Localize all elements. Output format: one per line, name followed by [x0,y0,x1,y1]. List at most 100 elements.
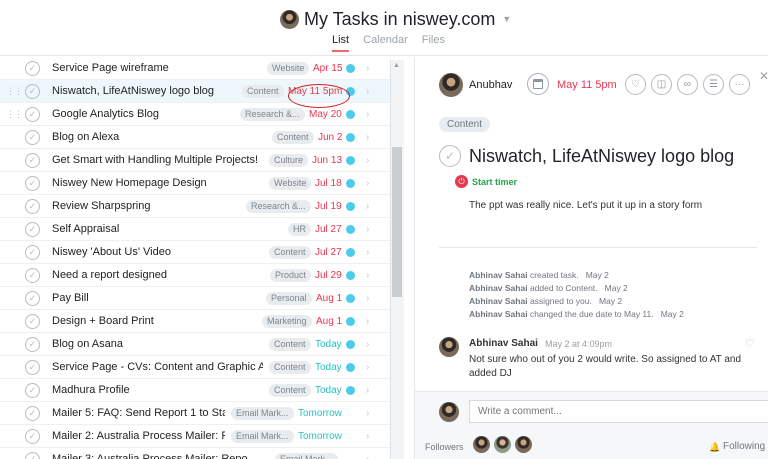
task-row[interactable]: ✓ Service Page wireframe Apr 15 Website › [0,57,390,80]
task-checkbox[interactable]: ✓ [25,60,40,76]
heart-icon[interactable]: ♡ [625,74,646,95]
task-due-date[interactable]: Aug 1 [316,316,342,327]
start-timer-button[interactable]: Start timer [472,177,517,187]
chevron-right-icon[interactable]: › [366,293,369,304]
task-checkbox[interactable]: ✓ [25,359,40,375]
chevron-right-icon[interactable]: › [366,63,369,74]
chevron-right-icon[interactable]: › [366,431,369,442]
chevron-right-icon[interactable]: › [366,224,369,235]
task-name[interactable]: Need a report designed [52,269,264,281]
task-due-date[interactable]: Tomorrow [298,431,342,442]
task-name[interactable]: Get Smart with Handling Multiple Project… [52,154,263,166]
task-checkbox[interactable]: ✓ [25,106,40,122]
task-checkbox[interactable]: ✓ [25,244,40,260]
task-row[interactable]: ✓ Pay Bill Aug 1 Personal › [0,287,390,310]
task-project-tag[interactable]: Culture [269,153,309,167]
tab-calendar[interactable]: Calendar [363,34,408,52]
task-project-tag[interactable]: Research &... [240,107,305,121]
drag-handle-icon[interactable]: ⋮⋮ [6,109,23,119]
chevron-down-icon[interactable]: ▼ [502,14,511,24]
task-name[interactable]: Google Analytics Blog [52,108,234,120]
comment-author[interactable]: Abhinav Sahai [469,338,538,349]
task-due-date[interactable]: May 20 [309,109,342,120]
task-row[interactable]: ✓ Niswey 'About Us' Video Jul 27 Content › [0,241,390,264]
task-name[interactable]: Niswey 'About Us' Video [52,246,263,258]
task-checkbox[interactable]: ✓ [25,336,40,352]
task-name[interactable]: Design + Board Print [52,315,256,327]
scroll-up-arrow-icon[interactable]: ▲ [393,62,400,69]
task-name[interactable]: Service Page wireframe [52,62,261,74]
complete-task-checkbox[interactable]: ✓ [439,145,461,167]
task-due-date[interactable]: Jun 13 [312,155,342,166]
task-checkbox[interactable]: ✓ [25,267,40,283]
chevron-right-icon[interactable]: › [366,155,369,166]
chevron-right-icon[interactable]: › [366,385,369,396]
attachment-icon[interactable]: ∞ [677,74,698,95]
close-icon[interactable]: ✕ [759,69,768,83]
task-row[interactable]: ✓ Self Appraisal Jul 27 HR › [0,218,390,241]
task-due-date[interactable]: Today [315,362,342,373]
task-name[interactable]: Blog on Alexa [52,131,266,143]
task-row[interactable]: ✓ Niswey New Homepage Design Jul 18 Website… [0,172,390,195]
task-project-tag[interactable]: Email Mark... [231,429,294,443]
task-name[interactable]: Mailer 2: Australia Process Mailer: Repo [52,430,225,442]
chevron-right-icon[interactable]: › [366,86,369,97]
chevron-right-icon[interactable]: › [366,316,369,327]
calendar-icon[interactable] [527,73,549,95]
chevron-right-icon[interactable]: › [366,178,369,189]
task-checkbox[interactable]: ✓ [25,198,40,214]
task-checkbox[interactable]: ✓ [25,221,40,237]
task-name[interactable]: Mailer 3: Australia Process Mailer: Repo [52,453,269,459]
scrollbar-thumb[interactable] [392,147,402,297]
task-row[interactable]: ✓ Mailer 5: FAQ: Send Report 1 to Stacy To… [0,402,390,425]
task-due-date[interactable]: Jul 27 [315,224,342,235]
chevron-right-icon[interactable]: › [366,339,369,350]
task-checkbox[interactable]: ✓ [25,152,40,168]
assignee-name[interactable]: Anubhav [469,79,512,91]
chevron-right-icon[interactable]: › [366,362,369,373]
task-row[interactable]: ✓ Madhura Profile Today Content › [0,379,390,402]
task-row[interactable]: ✓ Mailer 2: Australia Process Mailer: Rep… [0,425,390,448]
task-row[interactable]: ✓ Design + Board Print Aug 1 Marketing › [0,310,390,333]
comment-input[interactable] [469,400,768,423]
task-project-tag[interactable]: Product [270,268,312,282]
chevron-right-icon[interactable]: › [366,270,369,281]
follower-avatar[interactable] [494,436,511,453]
chevron-right-icon[interactable]: › [366,132,369,143]
more-options-icon[interactable]: ··· [729,74,750,95]
task-row[interactable]: ✓ Service Page - CVs: Content and Graphic… [0,356,390,379]
task-due-date[interactable]: Aug 1 [316,293,342,304]
chevron-right-icon[interactable]: › [366,408,369,419]
task-project-tag[interactable]: Content [269,383,311,397]
tag-icon[interactable]: ◫ [651,74,672,95]
task-due-date[interactable]: Tomorrow [298,408,342,419]
following-toggle[interactable]: Following [723,441,765,452]
chevron-right-icon[interactable]: › [366,247,369,258]
task-row[interactable]: ✓ Blog on Alexa Jun 2 Content › [0,126,390,149]
assignee-avatar[interactable] [439,73,463,97]
task-row[interactable]: ✓ Mailer 3: Australia Process Mailer: Rep… [0,448,390,459]
task-due-date[interactable]: Jul 27 [315,247,342,258]
task-project-tag[interactable]: Email Mark... [231,406,294,420]
timer-icon[interactable]: ⏻ [455,175,468,188]
task-project-tag[interactable]: Content [269,245,311,259]
task-project-tag[interactable]: Content [269,360,311,374]
task-name[interactable]: Madhura Profile [52,384,263,396]
task-checkbox[interactable]: ✓ [25,382,40,398]
task-checkbox[interactable]: ✓ [25,129,40,145]
task-title[interactable]: Niswatch, LifeAtNiswey logo blog [469,146,734,167]
follower-avatar[interactable] [473,436,490,453]
task-checkbox[interactable]: ✓ [25,175,40,191]
task-project-tag[interactable]: Website [269,176,312,190]
task-due-date[interactable]: Jun 2 [318,132,342,143]
task-name[interactable]: Pay Bill [52,292,260,304]
project-title-bar[interactable]: My Tasks in niswey.com ▼ [280,6,511,32]
task-checkbox[interactable]: ✓ [25,451,40,459]
task-name[interactable]: Self Appraisal [52,223,282,235]
task-name[interactable]: Niswey New Homepage Design [52,177,263,189]
task-project-tag[interactable]: HR [288,222,311,236]
task-checkbox[interactable]: ✓ [25,290,40,306]
task-project-tag[interactable]: Research &... [246,199,311,213]
task-due-date[interactable]: Jul 19 [315,201,342,212]
task-due-date[interactable]: Jul 18 [315,178,342,189]
